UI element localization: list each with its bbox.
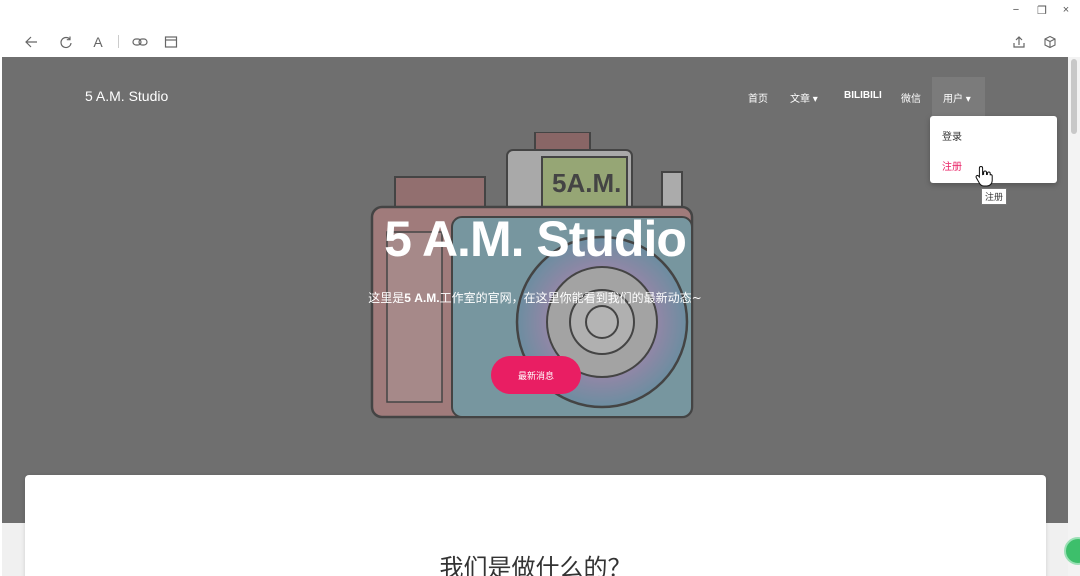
camera-illustration: 5A.M.: [370, 132, 694, 419]
calendar-icon[interactable]: [162, 33, 180, 51]
font-icon[interactable]: A: [89, 33, 107, 51]
dropdown-login[interactable]: 登录: [942, 128, 962, 143]
close-button[interactable]: ×: [1058, 4, 1074, 16]
nav-wechat[interactable]: 微信: [901, 90, 921, 105]
page-viewport: 5A.M. 5 A.M. Studio 首页 文章 ▾ BILIBILI 微信 …: [2, 57, 1068, 576]
toolbar-divider: [118, 35, 119, 48]
box-icon[interactable]: [1041, 33, 1059, 51]
tooltip: 注册: [981, 188, 1008, 205]
hero-subtitle-before: 这里是: [368, 291, 405, 305]
camera-label: 5A.M.: [552, 168, 621, 198]
browser-chrome: − ❐ × A: [0, 0, 1080, 57]
nav-home[interactable]: 首页: [748, 90, 768, 105]
nav-articles[interactable]: 文章 ▾: [790, 90, 818, 105]
hero-subtitle-after: 工作室的官网，在这里你能看到我们的最新动态~: [439, 291, 702, 305]
latest-news-button[interactable]: 最新消息: [491, 356, 581, 394]
hero-section: 5A.M. 5 A.M. Studio 首页 文章 ▾ BILIBILI 微信 …: [2, 57, 1068, 523]
nav-user[interactable]: 用户 ▾: [943, 90, 971, 105]
section-title: 我们是做什么的？: [439, 554, 632, 576]
reload-icon[interactable]: [57, 33, 75, 51]
scrollbar-thumb[interactable]: [1071, 59, 1077, 134]
about-card: 我们是做什么的？: [25, 475, 1046, 576]
dropdown-register[interactable]: 注册: [942, 158, 962, 173]
minimize-button[interactable]: −: [1008, 4, 1024, 16]
nav-bilibili[interactable]: BILIBILI: [844, 90, 882, 101]
vertical-scrollbar[interactable]: [1068, 57, 1080, 576]
hand-cursor-icon: [975, 165, 993, 187]
hero-subtitle: 这里是5 A.M.工作室的官网，在这里你能看到我们的最新动态~: [2, 289, 1068, 306]
hero-title: 5 A.M. Studio: [384, 211, 687, 267]
restore-button[interactable]: ❐: [1034, 4, 1050, 17]
brand-logo[interactable]: 5 A.M. Studio: [85, 88, 168, 104]
link-icon[interactable]: [131, 33, 149, 51]
share-icon[interactable]: [1010, 33, 1028, 51]
hero-subtitle-bold: 5 A.M.: [404, 291, 440, 305]
user-dropdown-menu: 登录 注册: [930, 116, 1057, 183]
arrow-left-icon[interactable]: [22, 33, 40, 51]
